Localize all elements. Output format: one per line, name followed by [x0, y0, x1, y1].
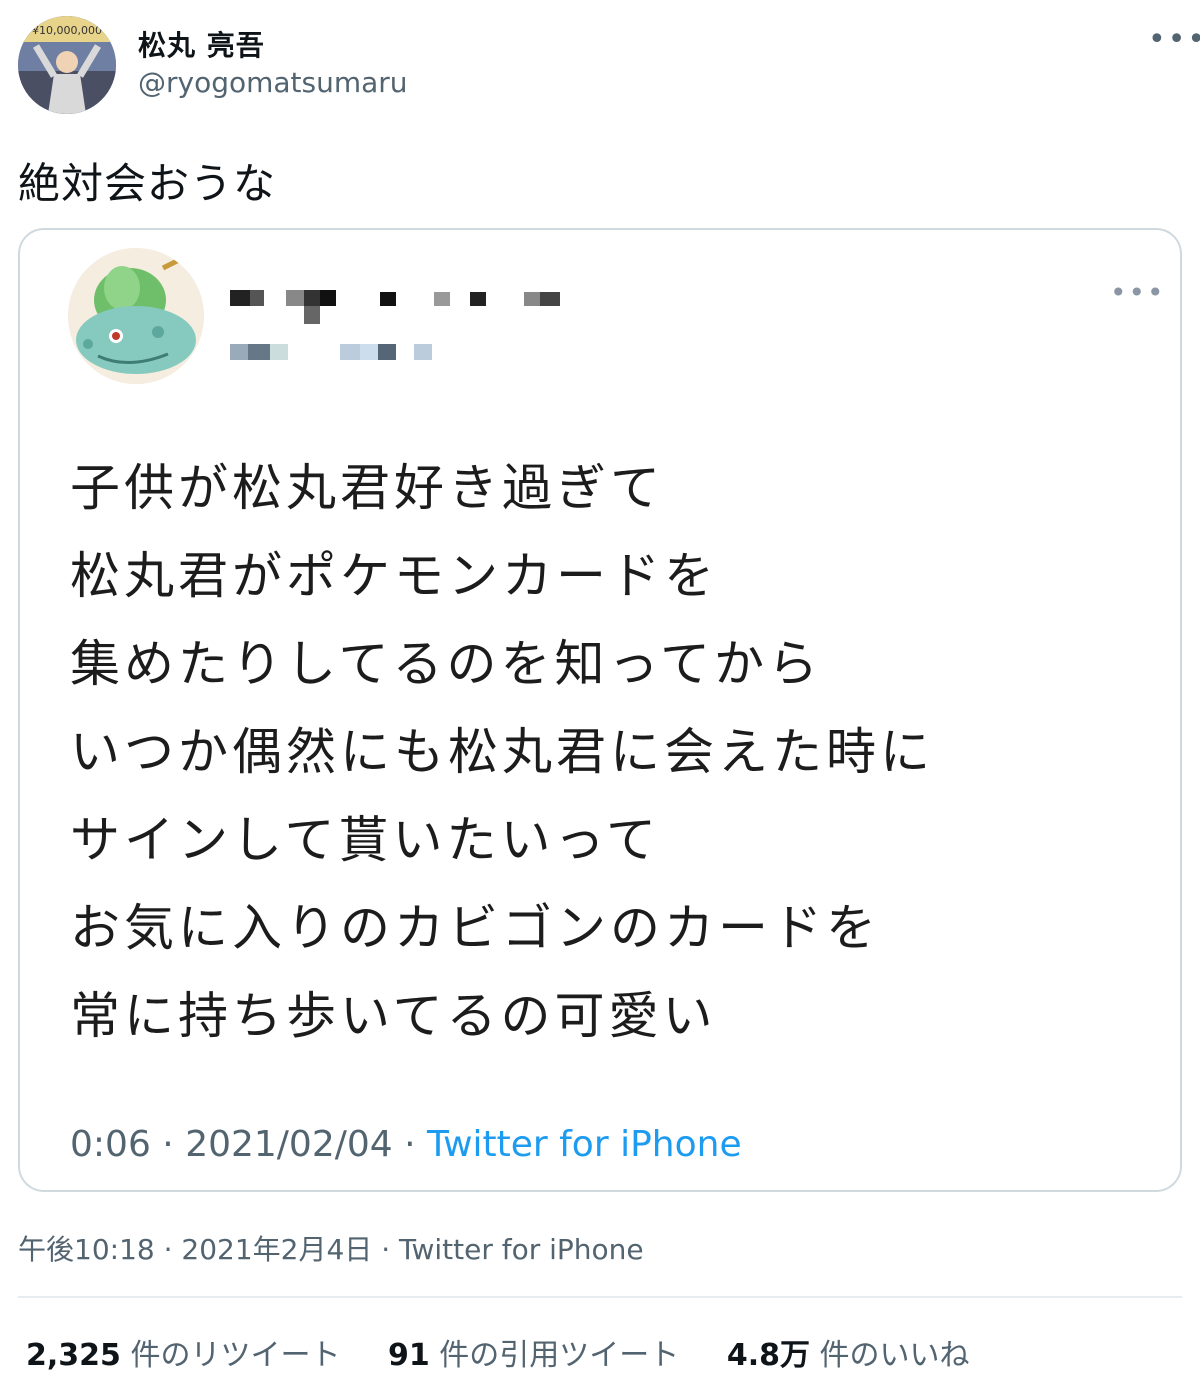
retweets-label: 件のリツイート: [130, 1338, 341, 1373]
quoted-tweet-meta: 0:06 · 2021/02/04 · Twitter for iPhone: [70, 1124, 742, 1165]
tweet-timestamp[interactable]: 午後10:18 · 2021年2月4日: [18, 1233, 372, 1266]
more-options-icon[interactable]: •••: [1148, 22, 1200, 57]
quote-tweets-stat[interactable]: 91 件の引用ツイート: [388, 1330, 679, 1374]
quoted-time[interactable]: 0:06: [70, 1124, 151, 1165]
svg-text:¥10,000,000: ¥10,000,000: [32, 24, 102, 37]
tweet-stats: 2,325 件のリツイート 91 件の引用ツイート 4.8万 件のいいね: [26, 1330, 1008, 1374]
quoted-text-line: サインして貰いたいって: [70, 811, 660, 869]
tweet-source-link[interactable]: Twitter for iPhone: [399, 1233, 644, 1266]
author-avatar[interactable]: ¥10,000,000: [18, 16, 116, 114]
retweets-count: 2,325: [26, 1338, 121, 1373]
likes-stat[interactable]: 4.8万 件のいいね: [727, 1330, 970, 1374]
tweet-text: 絶対会おうな: [18, 159, 277, 208]
quote-tweets-count: 91: [388, 1338, 430, 1373]
quoted-author-avatar[interactable]: [68, 248, 204, 384]
retweets-stat[interactable]: 2,325 件のリツイート: [26, 1330, 340, 1374]
likes-label: 件のいいね: [819, 1338, 970, 1373]
quoted-more-options-icon[interactable]: •••: [1110, 276, 1166, 309]
author-name[interactable]: 松丸 亮吾: [138, 24, 265, 64]
quoted-text-line: 常に持ち歩いてるの可愛い: [70, 987, 717, 1045]
divider: [18, 1296, 1182, 1298]
quoted-author-name-pixelated[interactable]: [230, 286, 570, 328]
quote-tweets-label: 件の引用ツイート: [439, 1338, 680, 1373]
quoted-source-link[interactable]: Twitter for iPhone: [427, 1124, 742, 1165]
quoted-text-line: お気に入りのカビゴンのカードを: [70, 899, 880, 957]
quoted-text-line: 子供が松丸君好き過ぎて: [70, 459, 664, 517]
likes-count: 4.8万: [726, 1338, 810, 1373]
quoted-text-line: 集めたりしてるのを知ってから: [70, 635, 822, 693]
quoted-text-line: 松丸君がポケモンカードを: [70, 547, 718, 605]
author-handle[interactable]: @ryogomatsumaru: [138, 66, 408, 99]
quoted-text-line: いつか偶然にも松丸君に会えた時に: [70, 723, 934, 781]
person-photo-avatar-icon: ¥10,000,000: [18, 16, 116, 114]
tweet-meta: 午後10:18 · 2021年2月4日 · Twitter for iPhone: [18, 1233, 644, 1266]
quoted-date[interactable]: 2021/02/04: [185, 1124, 393, 1165]
bulbasaur-avatar-icon: [68, 248, 204, 384]
quoted-author-handle-pixelated[interactable]: [230, 344, 450, 364]
